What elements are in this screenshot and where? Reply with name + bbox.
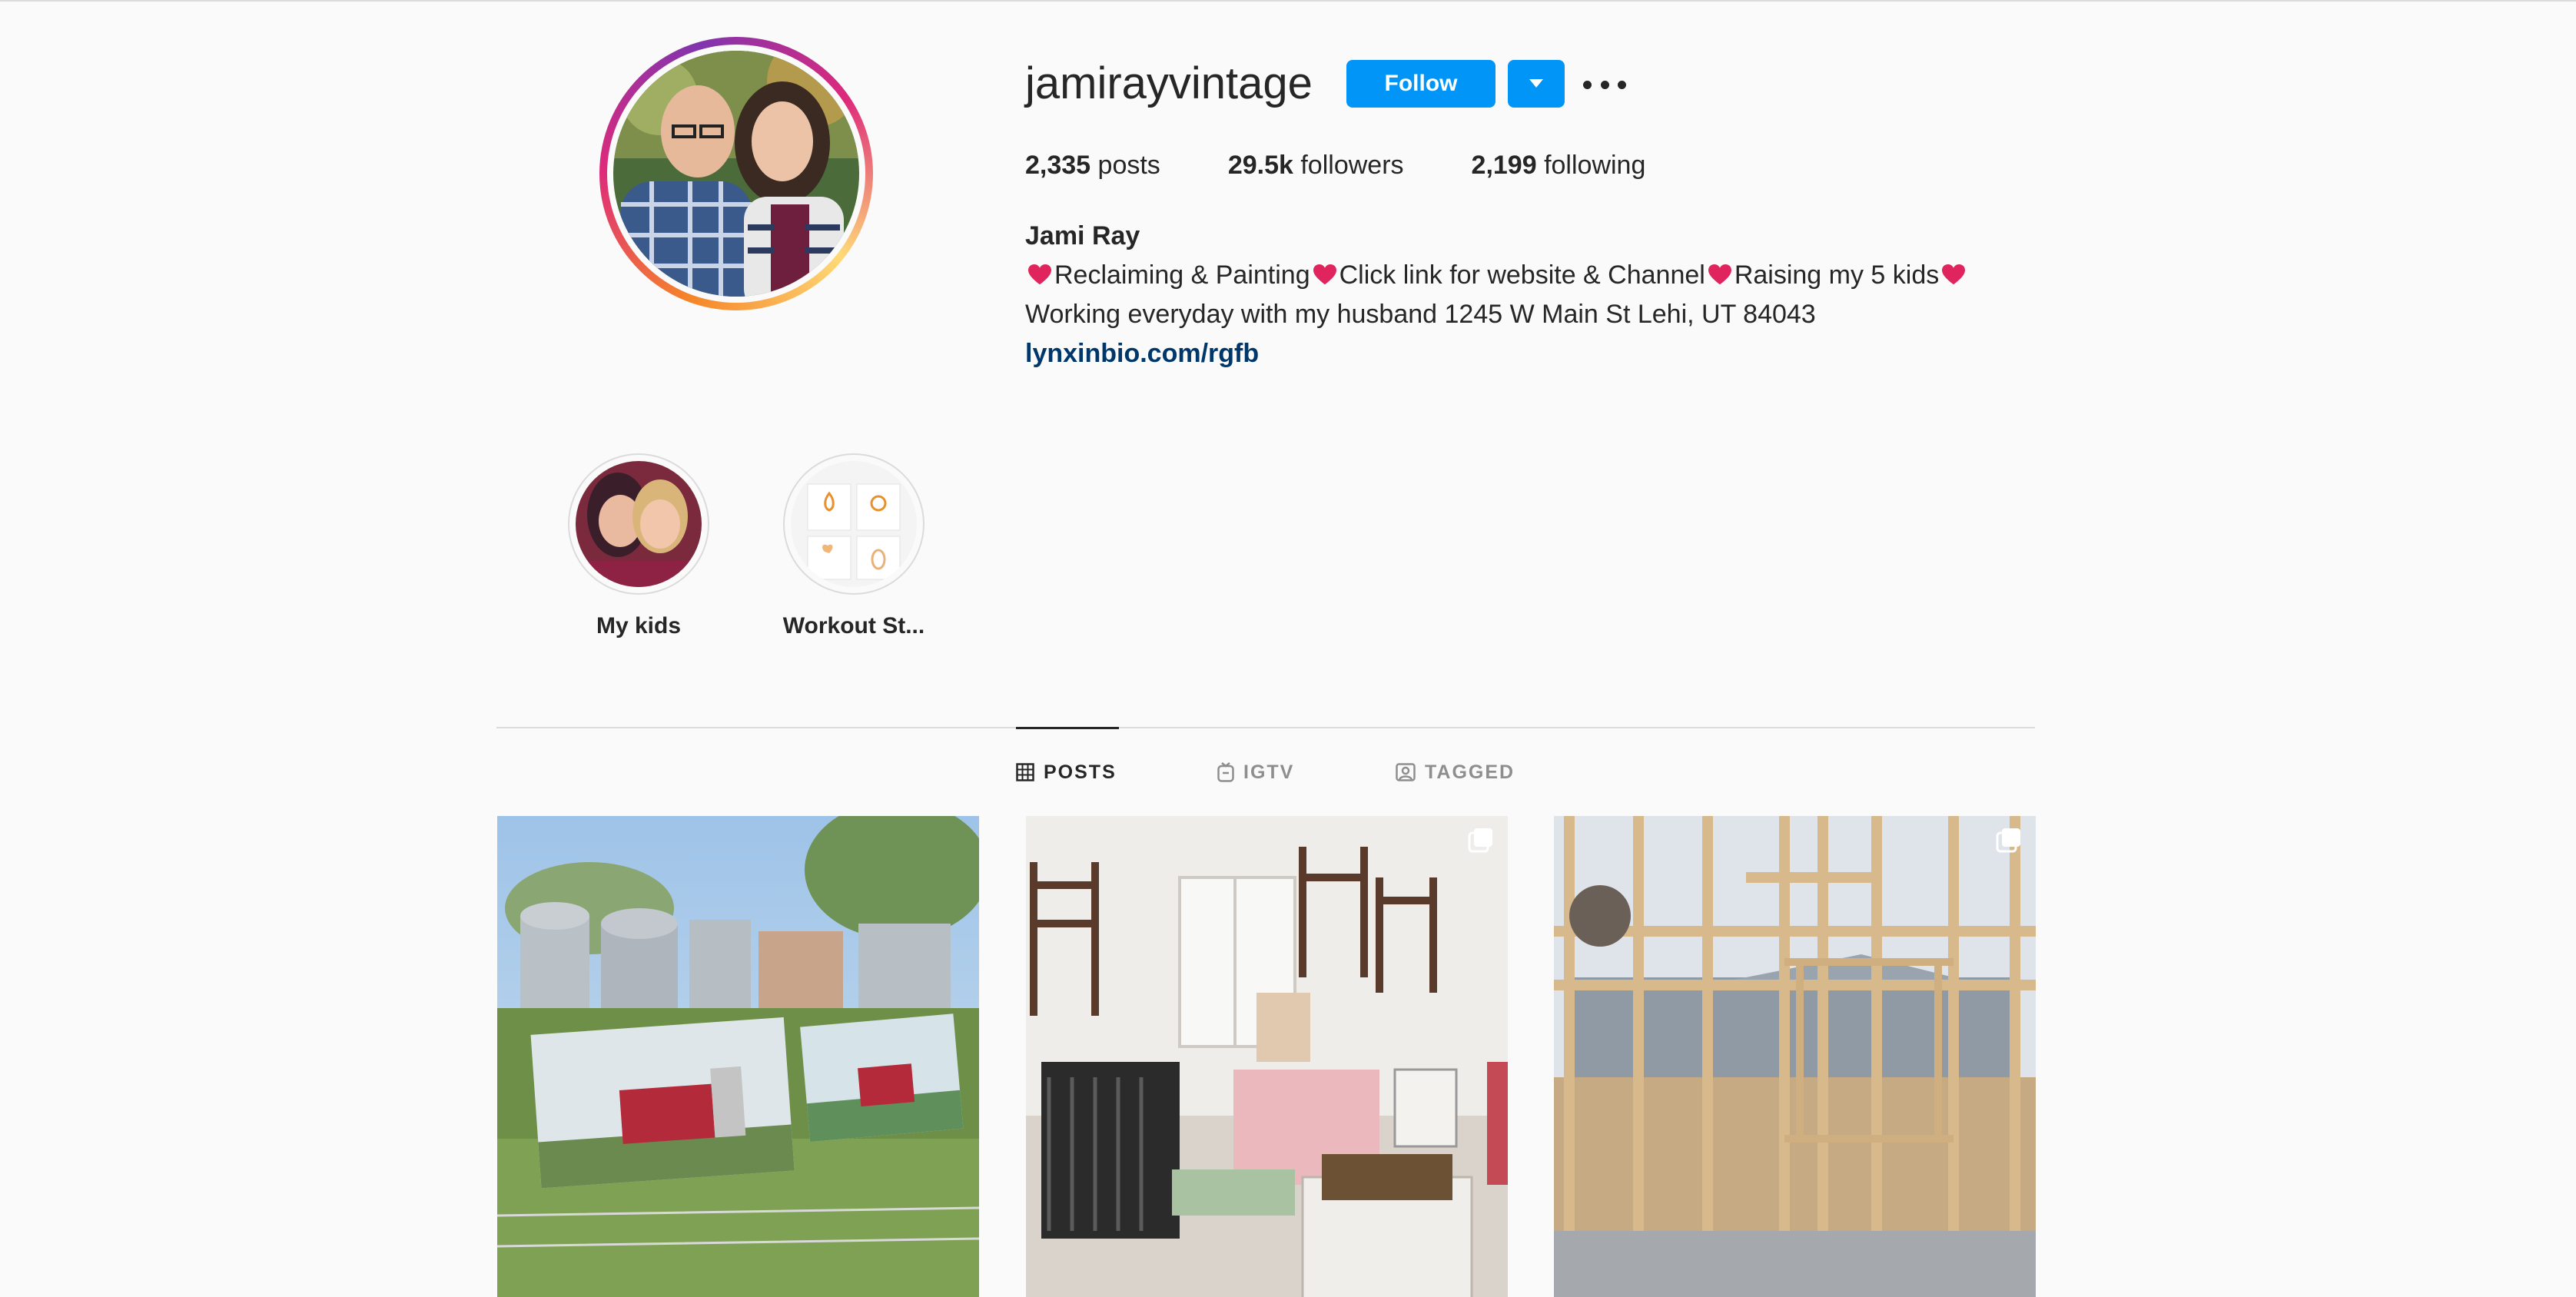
- tab-posts[interactable]: POSTS: [1016, 759, 1117, 785]
- stat-following[interactable]: 2,199 following: [1472, 148, 1646, 183]
- chevron-down-icon: [1529, 79, 1543, 88]
- grid-icon: [1016, 763, 1034, 781]
- active-tab-indicator: [1016, 727, 1119, 729]
- tab-igtv[interactable]: IGTV: [1217, 759, 1294, 785]
- highlight-workout-stats[interactable]: Workout St...: [781, 453, 927, 639]
- heart-emoji-icon: [1313, 264, 1336, 285]
- post-thumbnail[interactable]: [1026, 816, 1508, 1297]
- igtv-icon: [1217, 762, 1234, 782]
- carousel-icon: [1468, 828, 1492, 853]
- post-thumbnail[interactable]: [1554, 816, 2036, 1297]
- follow-button[interactable]: Follow: [1346, 60, 1495, 108]
- heart-emoji-icon: [1708, 264, 1731, 285]
- dot-icon: [1618, 80, 1626, 89]
- bio-link[interactable]: lynxinbio.com/rgfb: [1025, 339, 1259, 368]
- highlight-my-kids[interactable]: My kids: [566, 453, 712, 639]
- post-thumbnail[interactable]: [497, 816, 979, 1297]
- carousel-icon: [1996, 828, 2020, 853]
- highlight-cover-image: [576, 461, 702, 587]
- bio-line-1: Reclaiming & Painting Click link for webs…: [1025, 256, 1968, 295]
- bio-line-2: Working everyday with my husband 1245 W …: [1025, 300, 1816, 329]
- stat-followers[interactable]: 29.5k followers: [1228, 148, 1404, 183]
- tagged-icon: [1396, 763, 1416, 781]
- highlight-label: Workout St...: [782, 613, 925, 639]
- profile-avatar[interactable]: [599, 37, 873, 310]
- tab-tagged[interactable]: TAGGED: [1396, 759, 1515, 785]
- profile-stats: 2,335 posts 29.5k followers 2,199 follow…: [1025, 148, 1713, 183]
- heart-emoji-icon: [1028, 264, 1051, 285]
- avatar-photo: [613, 51, 859, 297]
- dot-icon: [1583, 80, 1592, 89]
- tabs-divider: [496, 727, 2035, 728]
- highlight-cover-image: [791, 461, 917, 587]
- profile-name: Jami Ray: [1025, 221, 1140, 250]
- profile-bio: Jami Ray Reclaiming & Painting Click link…: [1025, 217, 1968, 373]
- highlight-label: My kids: [596, 613, 682, 639]
- dot-icon: [1600, 80, 1609, 89]
- more-options-button[interactable]: [1583, 69, 1626, 100]
- suggested-dropdown-button[interactable]: [1508, 60, 1565, 108]
- heart-emoji-icon: [1942, 264, 1966, 285]
- profile-username: jamirayvintage: [1025, 58, 1313, 108]
- top-border: [0, 0, 2576, 2]
- stat-posts: 2,335 posts: [1025, 151, 1160, 180]
